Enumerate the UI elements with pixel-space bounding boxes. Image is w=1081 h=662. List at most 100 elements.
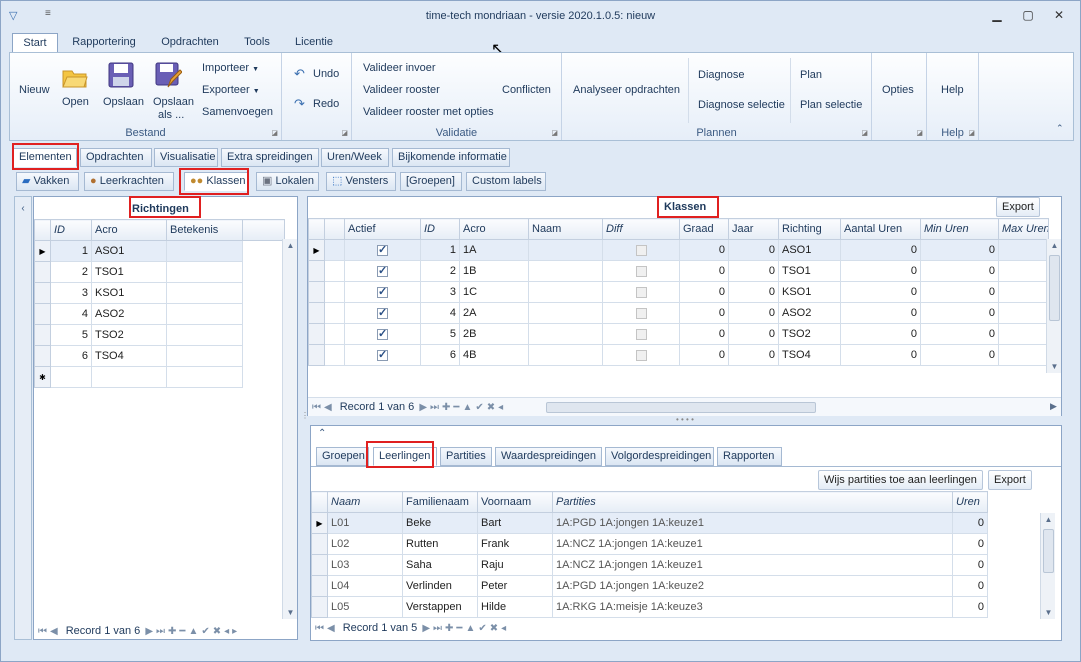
cell-acro[interactable]: 1B (459, 260, 529, 282)
scroll-down-icon[interactable]: ▼ (283, 608, 298, 617)
prev-record-icon[interactable]: ◀ (50, 626, 58, 637)
cell-naam[interactable] (528, 239, 603, 261)
save-record-icon[interactable]: ✔ (478, 623, 486, 634)
cell-naam[interactable]: L03 (327, 554, 403, 576)
dialog-launcher-icon[interactable]: ◪ (551, 129, 558, 137)
table-row[interactable]: 21B00TSO100 (308, 260, 1049, 282)
cell-betekenis[interactable] (166, 303, 243, 325)
table-row[interactable]: 4 ASO2 (34, 303, 285, 325)
maximize-icon[interactable]: ▢ (1016, 5, 1040, 25)
scroll-up-icon[interactable]: ▲ (1047, 241, 1062, 250)
actief-checkbox[interactable] (377, 306, 388, 319)
tab-leerkrachten[interactable]: ● Leerkrachten (84, 172, 174, 191)
column-header-acro[interactable]: Acro (459, 218, 529, 240)
prev-page-icon[interactable]: ◂ (224, 626, 229, 637)
table-row[interactable]: 52B00TSO200 (308, 323, 1049, 345)
cell-id[interactable]: 1 (50, 240, 92, 262)
scroll-down-icon[interactable]: ▼ (1041, 608, 1056, 617)
cell-richting[interactable]: ASO1 (778, 239, 841, 261)
cell-richting[interactable]: ASO2 (778, 302, 841, 324)
tab-volgordespreidingen[interactable]: Volgordespreidingen (605, 447, 714, 466)
add-record-icon[interactable]: ✚ (168, 626, 176, 637)
cell-id[interactable]: 2 (50, 261, 92, 283)
cell-familienaam[interactable]: Rutten (402, 533, 478, 555)
cell-max-uren[interactable] (998, 239, 1049, 261)
opties-button[interactable]: Opties (882, 84, 914, 96)
collapse-up-icon[interactable]: ⌃ (318, 428, 326, 439)
cell-id[interactable]: 1 (420, 239, 460, 261)
cell-partities[interactable]: 1A:PGD 1A:jongen 1A:keuze2 (552, 575, 953, 597)
cell-betekenis[interactable] (166, 240, 243, 262)
cell-naam[interactable] (528, 344, 603, 366)
dialog-launcher-icon[interactable]: ◪ (341, 129, 348, 137)
cell-id[interactable]: 4 (420, 302, 460, 324)
cell-id[interactable]: 2 (420, 260, 460, 282)
ribbon-tab-licentie[interactable]: Licentie (289, 33, 339, 53)
table-row[interactable]: 31C00KSO100 (308, 281, 1049, 303)
cell-id[interactable]: 6 (420, 344, 460, 366)
first-record-icon[interactable]: ⏮ (315, 623, 324, 634)
plan-selectie-button[interactable]: Plan selectie (800, 99, 862, 111)
scroll-down-icon[interactable]: ▼ (1047, 362, 1062, 371)
tab-groepen[interactable]: Groepen (316, 447, 369, 466)
cell-acro[interactable]: TSO1 (91, 261, 167, 283)
leerlingen-vscrollbar[interactable]: ▲ ▼ (1040, 513, 1055, 619)
delete-record-icon[interactable]: ━ (179, 626, 185, 637)
cell-graad[interactable]: 0 (679, 260, 729, 282)
tab-partities[interactable]: Partities (440, 447, 492, 466)
conflicten-button[interactable]: Conflicten (502, 84, 551, 96)
importeer-dropdown[interactable]: Importeer ▼ (202, 62, 259, 74)
tab-opdrachten[interactable]: Opdrachten (80, 148, 152, 167)
table-row[interactable]: ▶ L01 Beke Bart 1A:PGD 1A:jongen 1A:keuze1 0 (311, 512, 1048, 534)
add-record-icon[interactable]: ✚ (442, 402, 450, 413)
cell-voornaam[interactable]: Bart (477, 512, 553, 534)
minimize-icon[interactable]: ▁ (985, 5, 1009, 25)
cell-acro[interactable]: 2A (459, 302, 529, 324)
hscroll-thumb[interactable] (546, 402, 816, 413)
diff-checkbox[interactable] (635, 307, 647, 319)
samenvoegen-button[interactable]: Samenvoegen (202, 106, 273, 118)
scroll-right-icon[interactable]: ▶ (1050, 401, 1057, 412)
cell-id[interactable]: 5 (50, 324, 92, 346)
collapse-left-icon[interactable]: ‹ (15, 203, 31, 214)
cell-naam[interactable]: L02 (327, 533, 403, 555)
cell-naam[interactable]: L01 (327, 512, 403, 534)
open-button[interactable]: Open (62, 96, 89, 108)
delete-record-icon[interactable]: ━ (456, 623, 462, 634)
prev-page-icon[interactable]: ◂ (501, 623, 506, 634)
diagnose-button[interactable]: Diagnose (698, 69, 744, 81)
dialog-launcher-icon[interactable]: ◪ (271, 129, 278, 137)
column-header-uren[interactable]: Uren (952, 491, 988, 513)
cell-jaar[interactable]: 0 (728, 281, 779, 303)
actief-checkbox[interactable] (377, 348, 388, 361)
tab-leerlingen[interactable]: Leerlingen (373, 447, 437, 466)
cell-betekenis[interactable] (166, 345, 243, 367)
cell-voornaam[interactable]: Peter (477, 575, 553, 597)
cell-richting[interactable]: KSO1 (778, 281, 841, 303)
cell-jaar[interactable]: 0 (728, 323, 779, 345)
cell-min-uren[interactable]: 0 (920, 239, 999, 261)
actief-checkbox[interactable] (377, 264, 388, 277)
cell-min-uren[interactable]: 0 (920, 281, 999, 303)
cancel-record-icon[interactable]: ✖ (213, 626, 221, 637)
cell-max-uren[interactable] (998, 260, 1049, 282)
tab-extra-spreidingen[interactable]: Extra spreidingen (221, 148, 319, 167)
diff-checkbox[interactable] (635, 349, 647, 361)
cell-min-uren[interactable]: 0 (920, 344, 999, 366)
new-row[interactable]: ✱ (34, 366, 285, 388)
help-button[interactable]: Help (941, 84, 964, 96)
diagnose-selectie-button[interactable]: Diagnose selectie (698, 99, 785, 111)
next-record-icon[interactable]: ▶ (422, 623, 430, 634)
redo-button[interactable]: Redo (313, 98, 339, 110)
cell-id[interactable]: 6 (50, 345, 92, 367)
cell-jaar[interactable]: 0 (728, 344, 779, 366)
first-record-icon[interactable]: ⏮ (38, 626, 47, 637)
last-record-icon[interactable]: ⏭ (156, 626, 165, 637)
edit-record-icon[interactable]: ▲ (465, 623, 475, 634)
cell-betekenis[interactable] (166, 261, 243, 283)
cell-partities[interactable]: 1A:RKG 1A:meisje 1A:keuze3 (552, 596, 953, 618)
tab-vensters[interactable]: ⬚ Vensters (326, 172, 396, 191)
column-header-min-uren[interactable]: Min Uren (920, 218, 999, 240)
left-collapse-strip[interactable]: ‹ (14, 196, 32, 640)
dialog-launcher-icon[interactable]: ◪ (968, 129, 975, 137)
